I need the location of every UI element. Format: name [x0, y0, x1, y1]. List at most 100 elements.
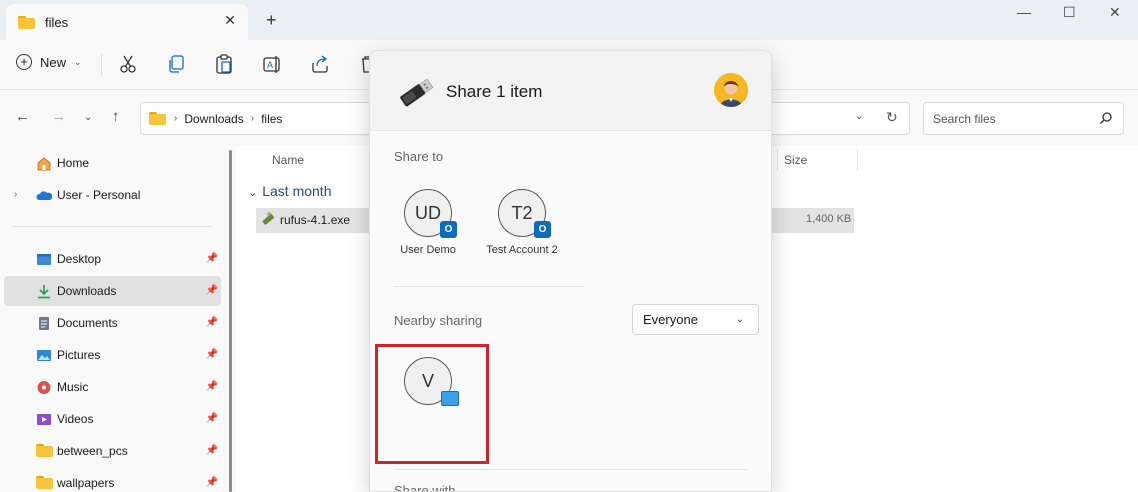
- forward-arrow-icon[interactable]: →: [51, 108, 66, 125]
- share-with-label: Share with: [394, 483, 456, 492]
- folder-icon: [18, 15, 35, 29]
- sidebar-item-home[interactable]: Home: [4, 148, 221, 178]
- downloads-icon: [38, 285, 50, 299]
- folder-icon: [36, 444, 53, 459]
- sidebar-scrollbar[interactable]: [229, 150, 232, 492]
- sidebar-item-label: between_pcs: [57, 444, 128, 458]
- pin-icon[interactable]: 📌: [206, 285, 218, 296]
- breadcrumb-separator-icon: ›: [250, 113, 255, 124]
- cut-icon[interactable]: [117, 53, 139, 75]
- tab-files[interactable]: files ✕: [6, 4, 248, 40]
- sidebar-divider: [12, 226, 212, 227]
- sidebar-item-music[interactable]: Music 📌: [4, 372, 221, 402]
- contact-initials: T2: [511, 202, 533, 223]
- copy-icon[interactable]: [165, 53, 187, 75]
- sidebar-item-label: Documents: [57, 316, 118, 330]
- documents-icon: [39, 317, 49, 330]
- sidebar-item-label: Videos: [57, 412, 94, 426]
- contact-initials: UD: [415, 202, 441, 223]
- search-input[interactable]: Search files: [923, 102, 1124, 135]
- new-label: New: [40, 54, 67, 70]
- pin-icon[interactable]: 📌: [206, 445, 218, 456]
- music-icon: [37, 381, 51, 394]
- outlook-icon: O: [534, 221, 551, 238]
- nearby-sharing-dropdown[interactable]: Everyone ⌄: [632, 304, 759, 335]
- pictures-icon: [37, 350, 51, 361]
- pin-icon[interactable]: 📌: [206, 381, 218, 392]
- sidebar-item-label: Downloads: [57, 284, 117, 298]
- nearby-sharing-label: Nearby sharing: [394, 313, 483, 328]
- sidebar-item-between-pcs[interactable]: between_pcs 📌: [4, 436, 221, 466]
- group-chevron-icon: ⌄: [248, 187, 258, 199]
- usb-drive-icon: [400, 78, 434, 107]
- svg-text:A: A: [267, 60, 273, 70]
- rename-icon[interactable]: A: [261, 53, 283, 75]
- chevron-down-icon: ⌄: [735, 314, 744, 325]
- refresh-icon[interactable]: ↻: [886, 109, 898, 126]
- pin-icon[interactable]: 📌: [206, 317, 218, 328]
- share-to-label: Share to: [394, 149, 444, 164]
- folder-icon: [149, 112, 166, 125]
- new-button[interactable]: + New ⌄: [16, 54, 82, 70]
- group-header[interactable]: ⌄ Last month: [248, 183, 331, 199]
- sidebar-item-documents[interactable]: Documents 📌: [4, 308, 221, 338]
- user-avatar-icon: [714, 73, 748, 107]
- pin-icon[interactable]: 📌: [206, 253, 218, 264]
- breadcrumb-separator-icon: ›: [174, 113, 178, 124]
- pin-icon[interactable]: 📌: [206, 413, 218, 424]
- group-header-label: Last month: [262, 183, 332, 199]
- sidebar-item-label: Music: [57, 380, 89, 394]
- contact-test-account-2[interactable]: T2 O Test Account 2: [467, 189, 577, 256]
- usb-drive-icon: [262, 211, 275, 225]
- sidebar-item-desktop[interactable]: Desktop 📌: [4, 244, 221, 274]
- up-arrow-icon[interactable]: ↑: [112, 108, 120, 125]
- column-header-name[interactable]: Name: [272, 153, 304, 167]
- search-icon: [1100, 112, 1112, 124]
- file-size: 1,400 KB: [806, 213, 852, 225]
- avatar[interactable]: [714, 73, 748, 107]
- paste-icon[interactable]: [213, 53, 235, 75]
- plus-icon: +: [16, 54, 32, 70]
- tab-label: files: [45, 14, 69, 30]
- sidebar-item-label: Pictures: [57, 348, 101, 362]
- breadcrumb-files[interactable]: files: [261, 112, 282, 126]
- recent-chevron-icon[interactable]: ⌄: [84, 112, 92, 123]
- nearby-sharing-value: Everyone: [643, 312, 698, 327]
- home-icon: [37, 157, 51, 171]
- file-name[interactable]: rufus-4.1.exe: [280, 213, 350, 227]
- sidebar-item-label: Home: [57, 156, 90, 170]
- folder-icon: [36, 476, 53, 491]
- contact-name: Test Account 2: [486, 244, 558, 256]
- column-header-size[interactable]: Size: [784, 153, 807, 167]
- sidebar-item-downloads[interactable]: Downloads 📌: [4, 276, 221, 306]
- maximize-button[interactable]: ☐: [1063, 4, 1076, 21]
- column-divider[interactable]: [777, 149, 778, 171]
- sidebar-item-wallpapers[interactable]: wallpapers 📌: [4, 468, 221, 492]
- chevron-down-icon: ⌄: [74, 56, 82, 67]
- column-divider[interactable]: [857, 149, 858, 171]
- address-history-chevron-icon[interactable]: ⌄: [855, 111, 863, 122]
- sidebar-item-pictures[interactable]: Pictures 📌: [4, 340, 221, 370]
- outlook-icon: O: [440, 221, 457, 238]
- section-divider: [394, 469, 748, 470]
- toolbar-divider: [101, 54, 102, 76]
- highlight-box: [375, 344, 489, 464]
- pin-icon[interactable]: 📌: [206, 349, 218, 360]
- pin-icon[interactable]: 📌: [206, 477, 218, 488]
- new-tab-button[interactable]: +: [266, 11, 277, 29]
- contact-avatar: UD O: [404, 189, 457, 238]
- sidebar-item-label: Desktop: [57, 252, 102, 266]
- share-icon[interactable]: [309, 53, 331, 75]
- desktop-icon: [37, 254, 51, 265]
- close-button[interactable]: ✕: [1109, 4, 1121, 21]
- sidebar-item-onedrive[interactable]: User - Personal: [4, 180, 221, 210]
- tab-close-icon[interactable]: ✕: [224, 12, 236, 29]
- sidebar-item-label: User - Personal: [57, 188, 141, 202]
- title-bar: files ✕ + — ☐ ✕: [0, 0, 1138, 40]
- back-arrow-icon[interactable]: ←: [15, 108, 30, 125]
- sidebar-item-videos[interactable]: Videos 📌: [4, 404, 221, 434]
- minimize-button[interactable]: —: [1017, 4, 1031, 20]
- breadcrumb-downloads[interactable]: Downloads: [184, 112, 243, 126]
- section-divider: [394, 286, 584, 287]
- onedrive-icon: [36, 191, 52, 200]
